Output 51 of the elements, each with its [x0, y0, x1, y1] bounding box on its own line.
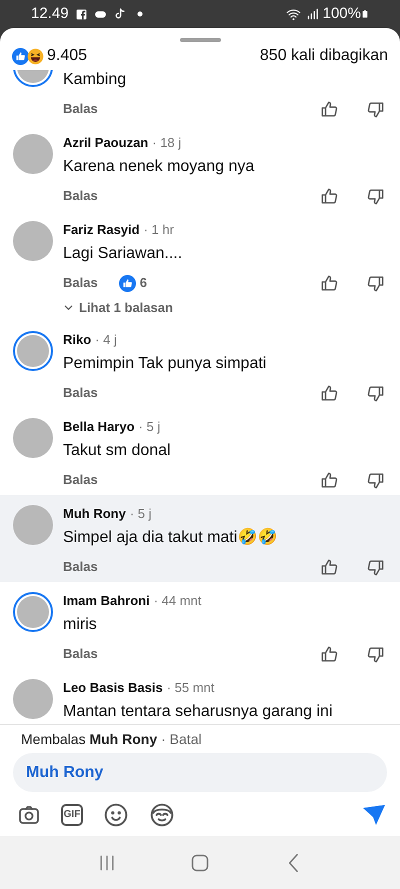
commenter-name[interactable]: Leo Basis Basis — [63, 678, 163, 698]
comment-text: Kambing — [63, 70, 128, 90]
reply-link[interactable]: Balas — [63, 186, 98, 206]
like-reaction-icon — [118, 274, 136, 292]
comment-time: · 55 mnt — [166, 679, 214, 698]
share-count[interactable]: 850 kali dibagikan — [260, 44, 388, 68]
commenter-name[interactable]: Imam Bahroni — [63, 591, 150, 611]
comment-time: · 1 hr — [144, 221, 174, 240]
drag-handle[interactable] — [180, 38, 220, 42]
commenter-name[interactable]: Fariz Rasyid — [63, 220, 140, 240]
status-time: 12.49 — [31, 4, 69, 24]
emoji-button[interactable] — [103, 802, 129, 828]
comment-text: miris — [63, 615, 98, 635]
battery-percentage: 100% — [322, 4, 361, 24]
wifi-icon — [284, 6, 302, 22]
music-note-icon — [112, 7, 126, 21]
like-count: 6 — [140, 274, 147, 292]
facebook-app-icon — [74, 8, 88, 20]
reply-link[interactable]: Balas — [63, 470, 98, 490]
send-button[interactable] — [362, 804, 386, 826]
cancel-link[interactable]: · Batal — [161, 728, 202, 750]
comment-text: Mantan tentara seharusnya garang ini — [63, 702, 334, 722]
home-button[interactable] — [190, 852, 210, 872]
reply-link[interactable]: Balas — [63, 644, 98, 664]
reply-link[interactable]: Balas — [63, 99, 98, 119]
like-reaction-icon — [12, 48, 29, 64]
comment-text: Takut sm donal — [63, 441, 172, 461]
comment-time: · 5 j — [138, 418, 160, 436]
comment-text: Simpel aja dia takut mati🤣🤣 — [63, 526, 278, 548]
reply-link[interactable]: Balas — [63, 383, 98, 403]
comment-time: · 18 j — [152, 134, 182, 152]
reaction-count[interactable]: 9.405 — [47, 44, 88, 68]
comment-input[interactable]: Muh Rony — [13, 753, 387, 792]
commenter-name[interactable]: Muh Rony — [63, 504, 126, 524]
commenter-name[interactable]: Bella Haryo — [63, 417, 135, 437]
replying-to-label: Membalas Muh Rony — [21, 730, 158, 749]
comment-time: · 5 j — [130, 505, 152, 524]
reply-link[interactable]: Balas — [63, 557, 98, 577]
comment-text: Lagi Sariawan.... — [63, 244, 184, 264]
comment-text: Pemimpin Tak punya simpati — [63, 354, 268, 374]
commenter-name[interactable]: Riko — [63, 330, 92, 350]
avatar-sticker-button[interactable] — [149, 802, 175, 828]
gif-button[interactable]: GIF — [61, 804, 83, 826]
comment-time: · 4 j — [95, 331, 117, 350]
view-replies-link[interactable]: Lihat 1 balasan — [63, 294, 387, 321]
notification-dot-icon — [136, 11, 143, 17]
commenter-name[interactable]: Azril Paouzan — [63, 133, 148, 153]
comment-time: · 44 mnt — [154, 592, 202, 610]
laughing-reaction-icon — [27, 48, 44, 64]
reply-link[interactable]: Balas — [63, 273, 98, 293]
comment-text: Karena nenek moyang nya — [63, 157, 256, 177]
